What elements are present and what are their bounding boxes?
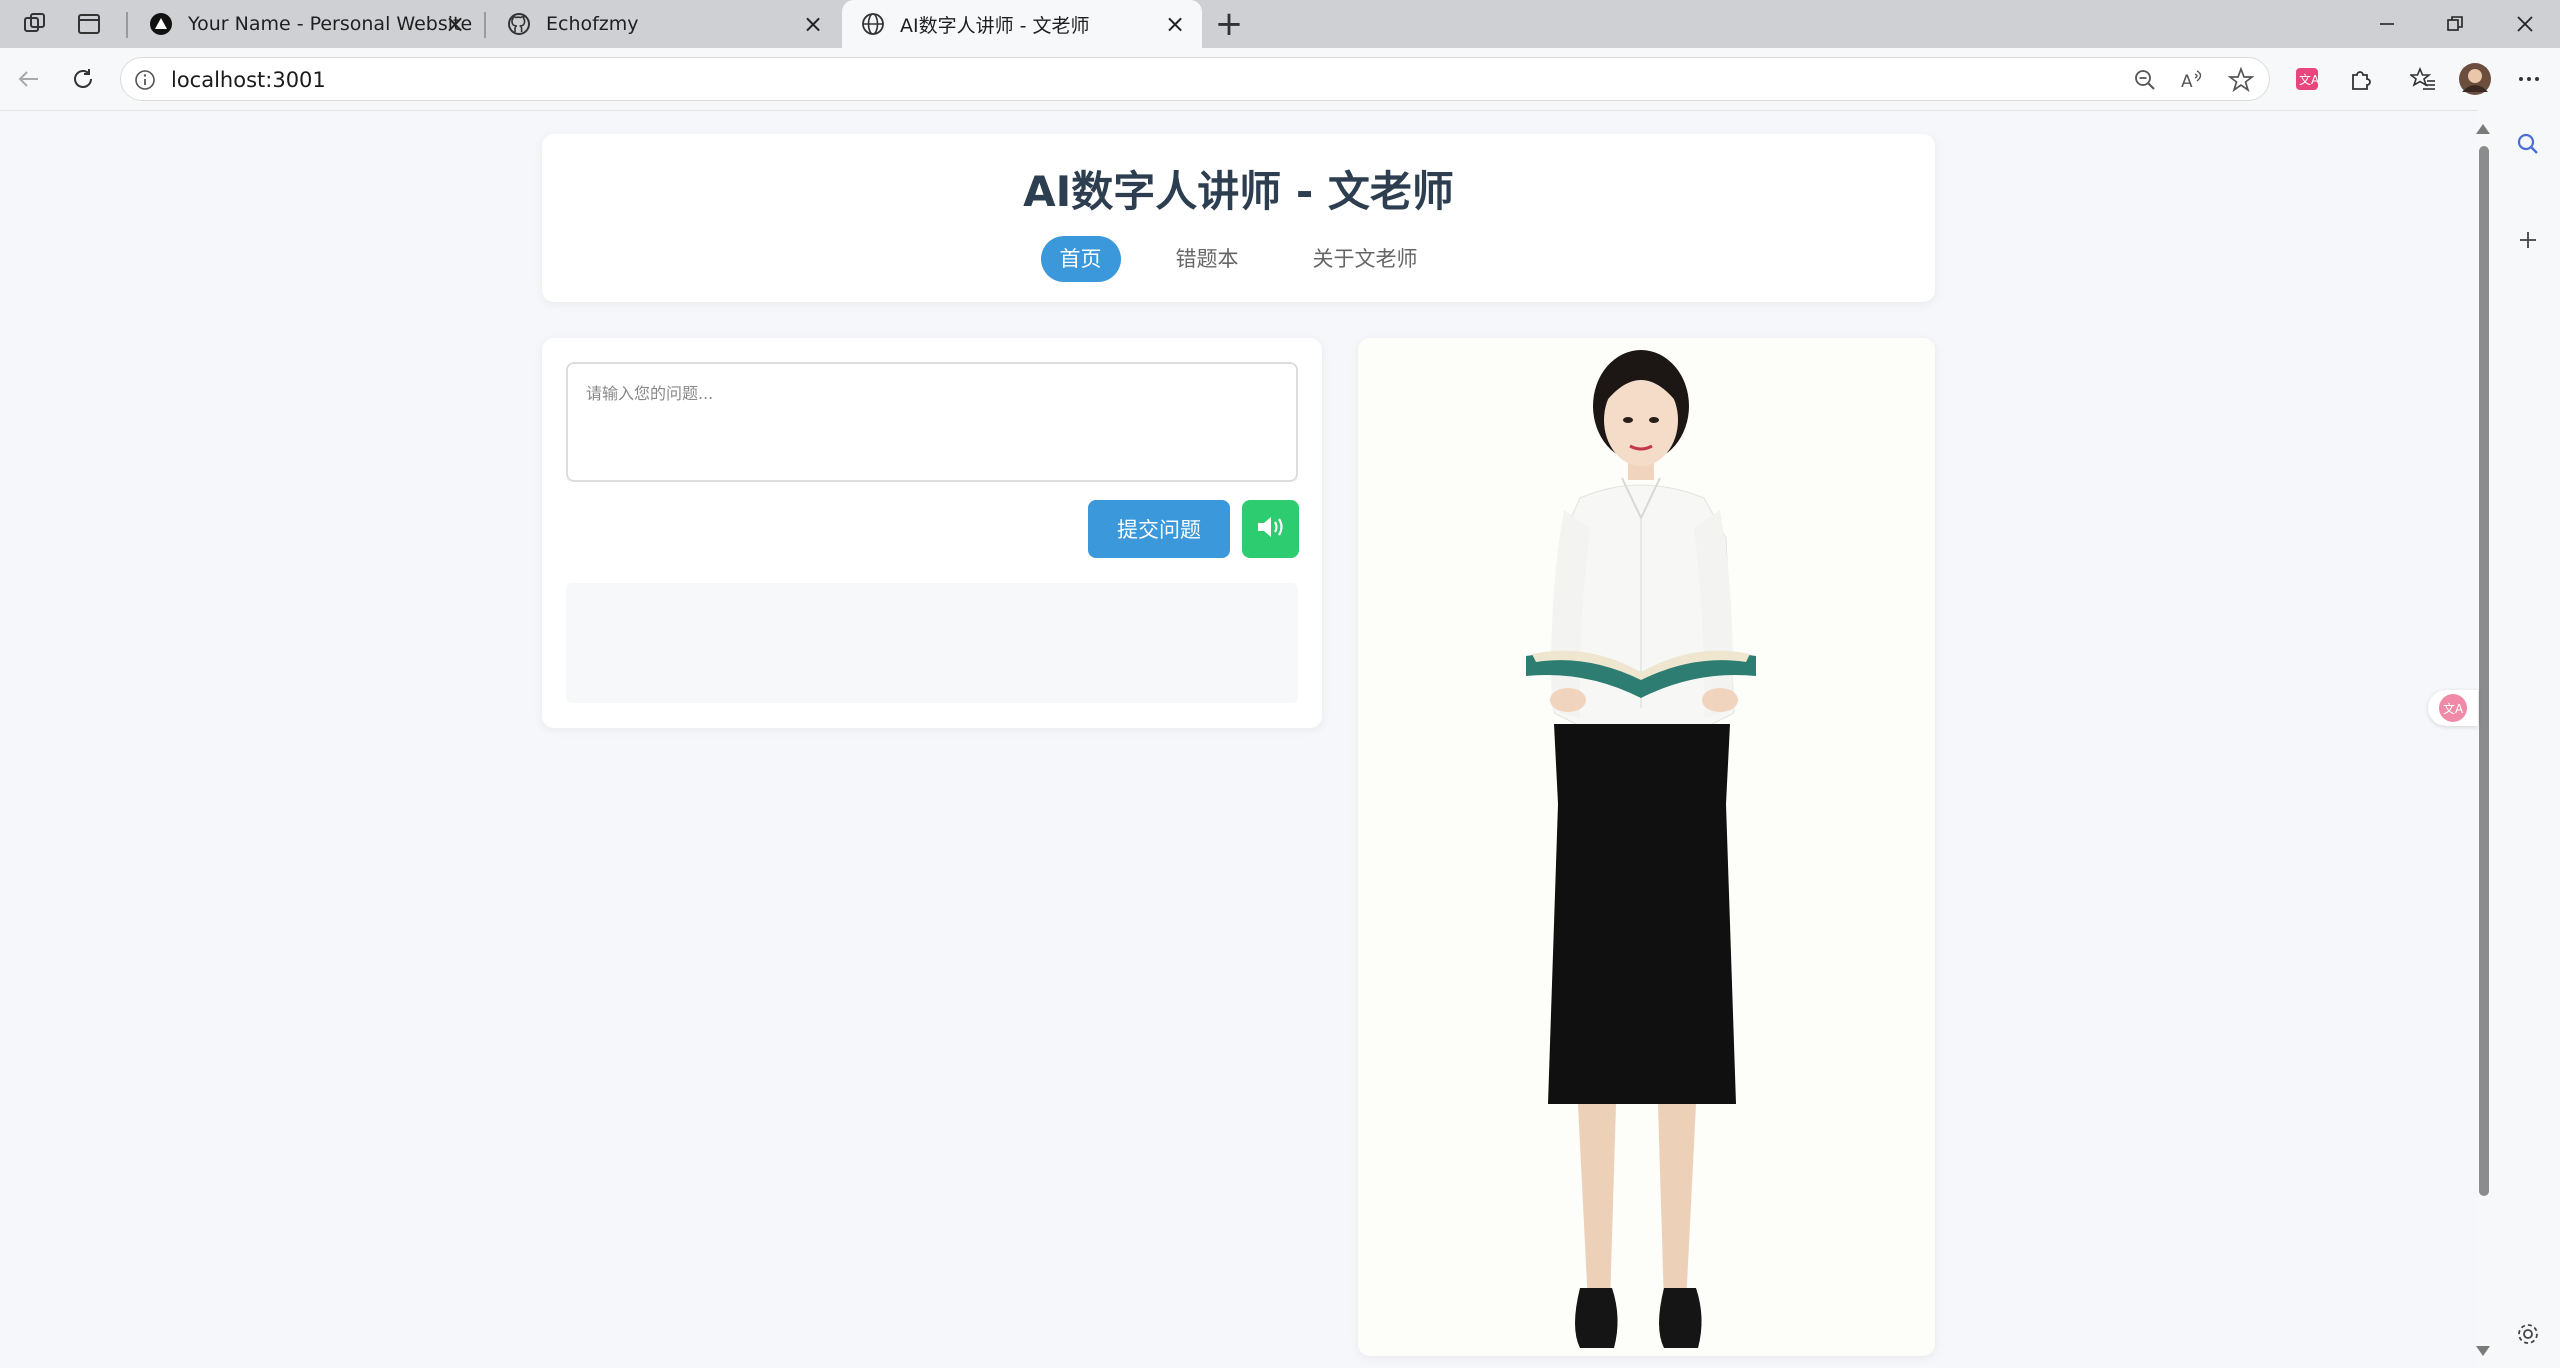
address-bar[interactable]: localhost:3001 A — [120, 57, 2270, 101]
nav-about-teacher[interactable]: 关于文老师 — [1294, 236, 1437, 282]
extensions-icon[interactable] — [2344, 62, 2378, 96]
globe-icon — [860, 11, 886, 37]
close-tab-icon[interactable]: × — [1162, 10, 1188, 38]
svg-text:A: A — [2181, 72, 2193, 92]
zoom-out-icon[interactable] — [2129, 64, 2161, 96]
refresh-icon[interactable] — [66, 62, 100, 96]
translate-extension-icon[interactable]: 文A — [2290, 62, 2324, 96]
more-menu-icon[interactable] — [2512, 62, 2546, 96]
scroll-up-arrow-icon[interactable] — [2476, 124, 2490, 134]
new-tab-icon[interactable]: + — [1212, 4, 1246, 44]
main-nav: 首页 错题本 关于文老师 — [542, 236, 1935, 282]
svg-text:文A: 文A — [2443, 701, 2464, 716]
favorites-icon[interactable] — [2406, 62, 2440, 96]
question-panel: 提交问题 — [542, 338, 1322, 728]
close-tab-icon[interactable]: × — [800, 10, 826, 38]
vertical-tabs-icon[interactable] — [74, 9, 104, 39]
teacher-figure — [1526, 350, 1756, 1348]
browser-toolbar: localhost:3001 A 文A — [0, 48, 2560, 111]
profile-avatar-icon[interactable] — [2458, 62, 2492, 96]
speaker-icon — [1256, 514, 1286, 544]
translate-floating-icon[interactable]: 文A — [2428, 690, 2478, 726]
sidebar-search-icon[interactable] — [2508, 124, 2548, 164]
tab-title: AI数字人讲师 - 文老师 — [900, 14, 1090, 37]
triangle-logo-icon — [148, 11, 174, 37]
tab-title: Your Name - Personal Website — [188, 13, 473, 35]
tab-echofzmy[interactable]: Echofzmy × — [488, 0, 840, 48]
nav-mistake-book[interactable]: 错题本 — [1157, 236, 1258, 282]
restore-icon[interactable] — [2420, 0, 2490, 48]
workspaces-icon[interactable] — [20, 9, 50, 39]
back-icon[interactable] — [12, 62, 46, 96]
minimize-icon[interactable] — [2352, 0, 2422, 48]
read-aloud-icon[interactable]: A — [2177, 64, 2209, 96]
site-info-icon[interactable] — [129, 64, 161, 96]
scroll-thumb[interactable] — [2479, 146, 2489, 1196]
teacher-avatar-image — [1358, 338, 1935, 1356]
tab-personal-website[interactable]: Your Name - Personal Website × — [130, 0, 482, 48]
browser-tab-bar: Your Name - Personal Website × Echofzmy … — [0, 0, 2560, 48]
github-icon — [506, 11, 532, 37]
svg-text:文A: 文A — [2299, 72, 2320, 87]
nav-home[interactable]: 首页 — [1040, 236, 1121, 282]
submit-question-button[interactable]: 提交问题 — [1088, 500, 1230, 558]
tab-ai-teacher[interactable]: AI数字人讲师 - 文老师 × — [842, 0, 1202, 48]
sidebar-settings-icon[interactable] — [2508, 1314, 2548, 1354]
sidebar-add-icon[interactable] — [2508, 220, 2548, 260]
scroll-down-arrow-icon[interactable] — [2476, 1346, 2490, 1356]
close-window-icon[interactable] — [2490, 0, 2560, 48]
favorite-star-icon[interactable] — [2225, 64, 2257, 96]
close-tab-icon[interactable]: × — [442, 10, 468, 38]
tab-title: Echofzmy — [546, 13, 639, 35]
speak-button[interactable] — [1242, 500, 1299, 558]
question-input[interactable] — [566, 362, 1298, 482]
page-header: AI数字人讲师 - 文老师 首页 错题本 关于文老师 — [542, 134, 1935, 302]
answer-area — [566, 583, 1298, 703]
page-scrollbar[interactable] — [2474, 120, 2492, 1360]
url-text[interactable]: localhost:3001 — [171, 68, 326, 92]
page-title: AI数字人讲师 - 文老师 — [1023, 167, 1454, 216]
